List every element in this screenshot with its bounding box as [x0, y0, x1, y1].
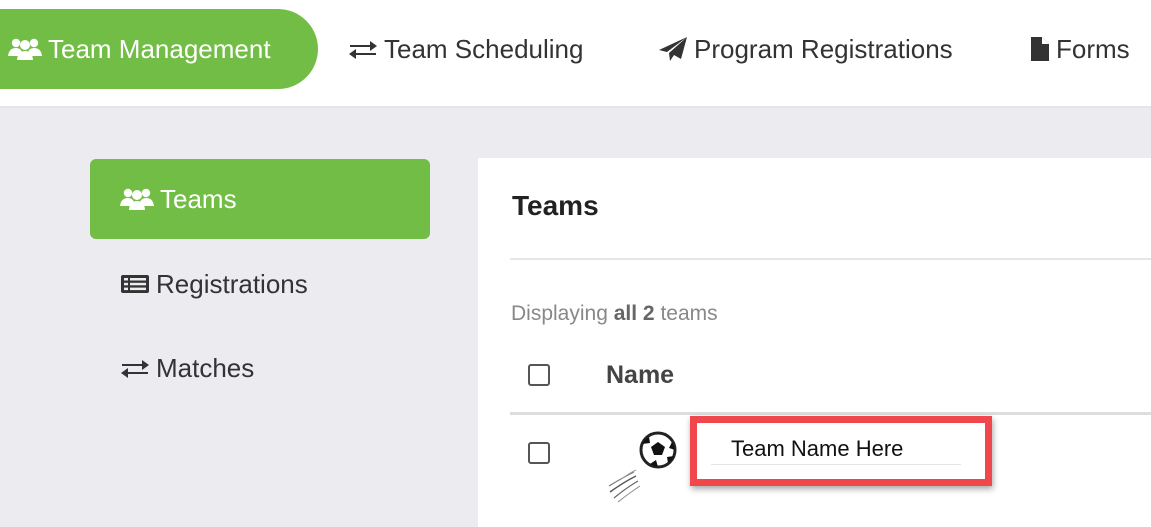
display-count-prefix: Displaying — [511, 302, 608, 325]
document-icon — [1030, 36, 1050, 62]
nav-item-label: Program Registrations — [694, 33, 953, 64]
users-icon — [120, 186, 154, 212]
team-name-highlight: Team Name Here — [690, 416, 992, 486]
display-count-suffix: teams — [660, 302, 718, 325]
table-header-divider — [510, 412, 1151, 415]
nav-item-team-management[interactable]: Team Management — [0, 9, 318, 89]
sidebar-item-matches[interactable]: Matches — [90, 328, 430, 408]
select-all-checkbox[interactable] — [528, 364, 550, 386]
sidebar-item-label: Registrations — [156, 268, 308, 299]
list-icon — [120, 273, 150, 295]
display-count-number: all 2 — [613, 302, 655, 325]
top-navigation: Team Management Team Scheduling Program … — [0, 0, 1151, 108]
page-title: Teams — [512, 190, 599, 221]
team-name: Team Name Here — [731, 436, 904, 461]
exchange-icon — [120, 357, 150, 379]
sidebar-item-registrations[interactable]: Registrations — [90, 244, 430, 324]
team-name-field[interactable]: Team Name Here — [711, 432, 961, 464]
nav-item-label: Forms — [1056, 33, 1130, 64]
sidebar-item-teams[interactable]: Teams — [90, 159, 430, 239]
soccer-ball-icon — [606, 428, 686, 508]
page-body: Teams Registrations Matches Teams Displa… — [0, 108, 1151, 527]
column-header-name[interactable]: Name — [606, 361, 674, 390]
users-icon — [8, 36, 42, 62]
sidebar-item-label: Teams — [160, 183, 237, 214]
display-count: Displaying all 2 teams — [511, 302, 718, 326]
nav-item-team-scheduling[interactable]: Team Scheduling — [348, 9, 583, 89]
paper-plane-icon — [658, 36, 688, 62]
nav-item-label: Team Management — [48, 33, 271, 64]
nav-item-forms[interactable]: Forms — [1030, 9, 1130, 89]
row-checkbox[interactable] — [528, 442, 550, 464]
title-divider — [510, 258, 1151, 260]
nav-item-program-registrations[interactable]: Program Registrations — [658, 9, 953, 89]
sidebar-item-label: Matches — [156, 352, 255, 383]
teams-panel: Teams Displaying all 2 teams Name Team N… — [478, 158, 1151, 527]
nav-item-label: Team Scheduling — [384, 33, 584, 64]
exchange-icon — [348, 38, 378, 60]
